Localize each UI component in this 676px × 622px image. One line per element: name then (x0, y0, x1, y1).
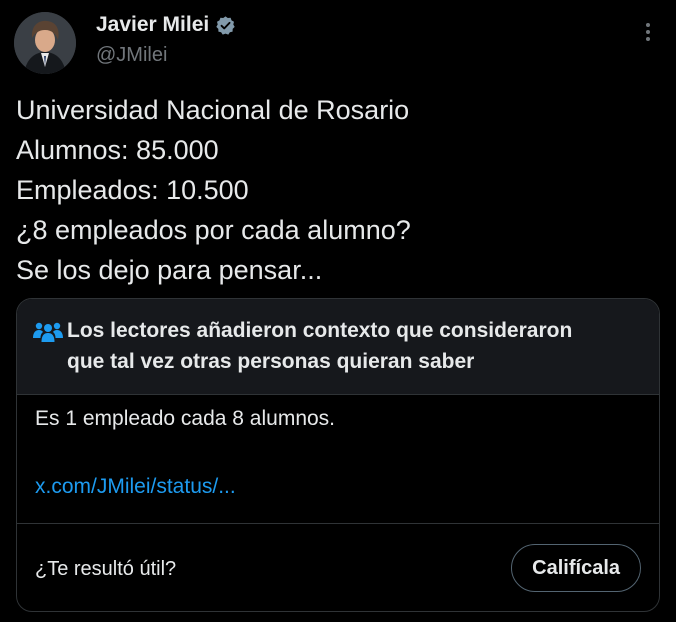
community-note-link[interactable]: x.com/JMilei/status/... (35, 475, 236, 499)
tweet-line: Alumnos: 85.000 (16, 135, 219, 165)
avatar[interactable] (14, 12, 76, 74)
tweet-text: Universidad Nacional de Rosario Alumnos:… (16, 90, 656, 290)
community-note-title: Los lectores añadieron contexto que cons… (67, 315, 657, 377)
avatar-image (14, 12, 76, 74)
tweet-line: Universidad Nacional de Rosario (16, 95, 410, 125)
rate-button[interactable]: Califícala (511, 544, 641, 592)
author-handle[interactable]: @JMilei (96, 44, 167, 67)
community-note-title-line: Los lectores añadieron contexto que cons… (67, 319, 573, 342)
tweet-line: Empleados: 10.500 (16, 175, 249, 205)
helpful-question: ¿Te resultó útil? (35, 558, 177, 580)
community-note-card: Los lectores añadieron contexto que cons… (16, 298, 660, 612)
readers-icon (33, 322, 63, 342)
verified-badge-icon (216, 15, 235, 35)
divider (17, 523, 659, 524)
author-name-row: Javier Milei (96, 12, 236, 38)
tweet-line: ¿8 empleados por cada alumno? (16, 215, 411, 245)
more-options-icon[interactable] (640, 22, 656, 42)
tweet-line: Se los dejo para pensar... (16, 255, 323, 285)
author-name[interactable]: Javier Milei (96, 13, 209, 37)
tweet: Javier Milei @JMilei Universidad Naciona… (0, 0, 676, 622)
community-note-header: Los lectores añadieron contexto que cons… (17, 299, 659, 395)
community-note-body: Es 1 empleado cada 8 alumnos. (35, 407, 336, 430)
community-note-title-line: que tal vez otras personas quieran saber (67, 350, 475, 373)
